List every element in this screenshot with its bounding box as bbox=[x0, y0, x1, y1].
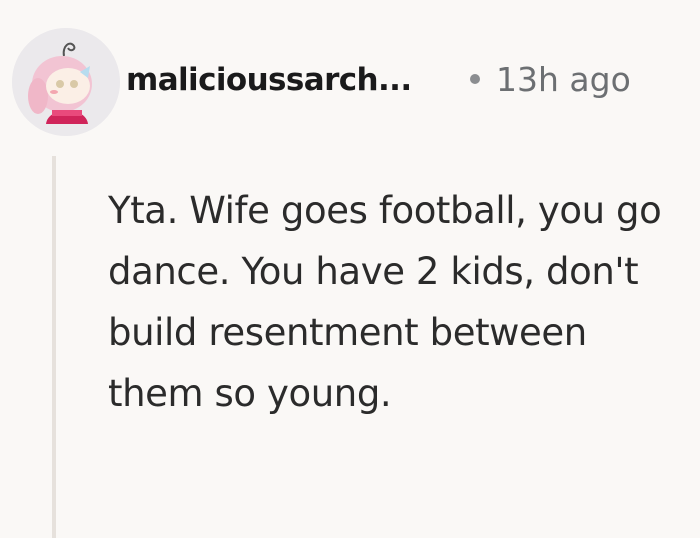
comment-body: Yta. Wife goes football, you go dance. Y… bbox=[108, 189, 662, 415]
username[interactable]: malicioussarch... bbox=[126, 58, 412, 102]
thread-line[interactable] bbox=[52, 156, 56, 538]
separator-dot-icon bbox=[470, 73, 480, 84]
user-avatar[interactable] bbox=[12, 28, 120, 136]
chibi-avatar-icon bbox=[12, 28, 120, 136]
timestamp: 13h ago bbox=[496, 60, 631, 99]
comment: malicioussarch... 13h ago Yta. Wife goes… bbox=[0, 0, 700, 538]
comment-meta: 13h ago bbox=[470, 58, 631, 102]
